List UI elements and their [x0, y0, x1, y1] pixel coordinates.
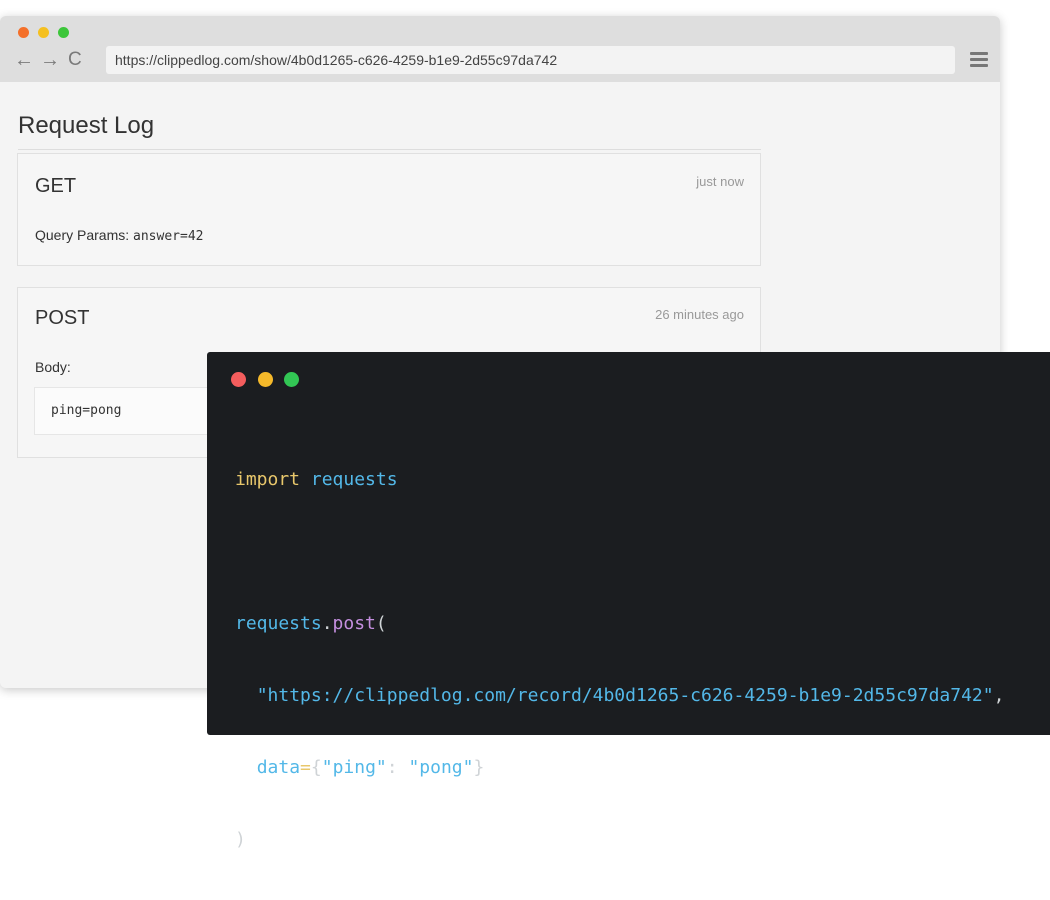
request-method: POST — [35, 307, 90, 329]
brace-token: } — [473, 757, 485, 778]
code-line: requests.post( — [235, 612, 1004, 636]
maximize-window-button[interactable] — [58, 27, 69, 38]
string-token: "pong" — [408, 757, 474, 778]
browser-toolbar: ← → C https://clippedlog.com/show/4b0d12… — [0, 16, 1000, 82]
query-params-value: answer=42 — [133, 229, 204, 244]
brace-token: { — [310, 757, 322, 778]
paren-token: ( — [375, 613, 387, 634]
code-line: import requests — [235, 468, 1004, 492]
hamburger-menu-icon[interactable] — [970, 52, 988, 70]
operator-token: = — [300, 757, 311, 778]
back-arrow-icon[interactable]: ← — [14, 50, 34, 70]
colon-token: : — [386, 757, 409, 778]
code-snippet: import requests requests.post( "https://… — [235, 420, 1004, 900]
string-token: "https://clippedlog.com/record/4b0d1265-… — [256, 685, 994, 706]
dot-token: . — [321, 613, 333, 634]
paren-token: ) — [235, 829, 246, 850]
close-window-button[interactable] — [18, 27, 29, 38]
function-token: post — [332, 613, 376, 634]
request-time: 26 minutes ago — [655, 307, 744, 322]
reload-icon[interactable]: C — [68, 50, 82, 70]
request-card-get: GET just now Query Params: answer=42 — [17, 153, 761, 266]
string-token: "ping" — [321, 757, 387, 778]
object-token: requests — [235, 613, 322, 634]
request-time: just now — [696, 174, 744, 189]
maximize-window-button[interactable] — [284, 372, 299, 387]
minimize-window-button[interactable] — [258, 372, 273, 387]
query-params-label: Query Params: — [35, 227, 130, 243]
forward-arrow-icon[interactable]: → — [40, 50, 60, 70]
code-line: ) — [235, 828, 1004, 852]
code-line: "https://clippedlog.com/record/4b0d1265-… — [235, 684, 1005, 708]
argument-token: data — [256, 757, 301, 778]
query-params-row: Query Params: answer=42 — [35, 227, 203, 244]
page-title: Request Log — [18, 112, 155, 139]
request-method: GET — [35, 175, 77, 197]
comma-token: , — [993, 685, 1005, 706]
title-divider — [18, 149, 761, 150]
code-line: data={"ping": "pong"} — [235, 756, 1004, 780]
body-label: Body: — [35, 359, 71, 375]
close-window-button[interactable] — [231, 372, 246, 387]
keyword-token: import — [235, 469, 301, 490]
address-bar[interactable]: https://clippedlog.com/show/4b0d1265-c62… — [106, 46, 955, 74]
module-token: requests — [310, 469, 398, 490]
minimize-window-button[interactable] — [38, 27, 49, 38]
code-window: import requests requests.post( "https://… — [207, 352, 1050, 850]
